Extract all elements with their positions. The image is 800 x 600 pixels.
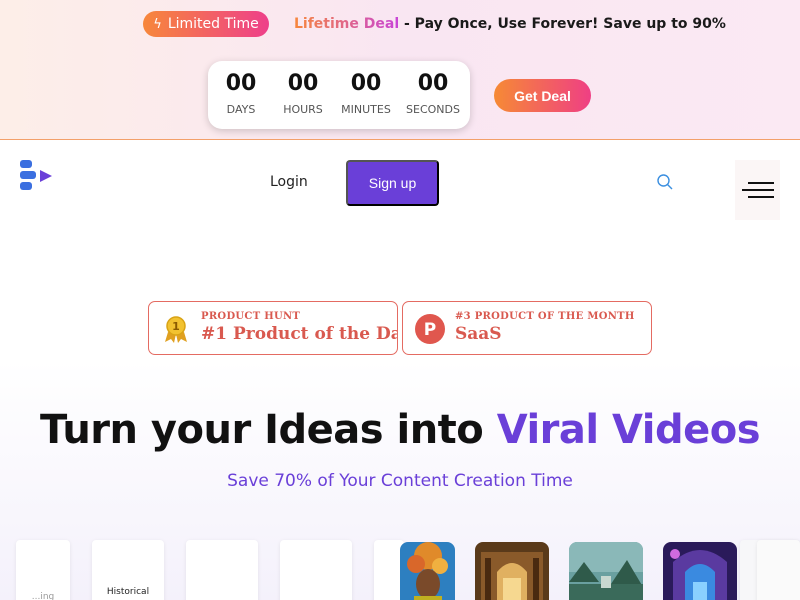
login-link[interactable]: Login — [270, 174, 308, 190]
badge-label: Limited Time — [167, 16, 259, 32]
promo-message: - Pay Once, Use Forever! Save up to 90% — [399, 16, 726, 32]
logo-icon[interactable] — [18, 159, 54, 193]
limited-time-badge: ϟ Limited Time — [143, 11, 269, 37]
hamburger-menu-icon[interactable] — [735, 160, 780, 220]
award-kicker: #3 PRODUCT OF THE MONTH — [455, 311, 635, 322]
gold-medal-icon: 1 — [161, 314, 191, 344]
lightning-icon: ϟ — [153, 16, 162, 32]
video-thumbnail-portrait[interactable] — [400, 542, 455, 600]
headline-accent: Viral Videos — [496, 407, 761, 453]
promo-highlight: Lifetime Deal — [294, 16, 400, 32]
template-card[interactable] — [186, 540, 258, 600]
promo-text: Lifetime Deal - Pay Once, Use Forever! S… — [294, 16, 726, 32]
award-title: #1 Product of the Day — [201, 324, 398, 344]
search-icon[interactable] — [656, 173, 674, 191]
svg-text:1: 1 — [172, 320, 180, 333]
template-card[interactable] — [280, 540, 352, 600]
countdown-timer: 00 DAYS 00 HOURS 00 MINUTES 00 SECONDS — [208, 61, 470, 129]
product-hunt-p-icon: P — [415, 314, 445, 344]
video-thumbnail-landscape[interactable] — [569, 542, 643, 600]
promo-banner: ϟ Limited Time Lifetime Deal - Pay Once,… — [0, 0, 800, 140]
countdown-seconds-label: SECONDS — [406, 103, 460, 116]
countdown-minutes-label: MINUTES — [341, 103, 391, 116]
award-badge-product-of-day[interactable]: 1 PRODUCT HUNT #1 Product of the Day — [148, 301, 398, 355]
countdown-hours-value: 00 — [287, 71, 319, 96]
headline-prefix: Turn your Ideas into — [39, 407, 497, 453]
hero-headline: Turn your Ideas into Viral Videos — [0, 407, 800, 453]
template-card[interactable]: Historical — [92, 540, 164, 600]
countdown-days-value: 00 — [225, 71, 257, 96]
hero-subtitle: Save 70% of Your Content Creation Time — [227, 471, 573, 491]
video-thumbnail-fantasy[interactable] — [663, 542, 737, 600]
award-kicker: PRODUCT HUNT — [201, 311, 301, 322]
countdown-hours-label: HOURS — [283, 103, 323, 116]
template-card[interactable]: ...ing — [16, 540, 70, 600]
award-badge-product-of-month[interactable]: P #3 PRODUCT OF THE MONTH SaaS — [402, 301, 652, 355]
template-card-caption: Historical — [106, 587, 150, 597]
award-title: SaaS — [455, 324, 502, 344]
template-card-caption: ...ing — [31, 592, 55, 600]
countdown-seconds-value: 00 — [417, 71, 449, 96]
countdown-minutes-value: 00 — [350, 71, 382, 96]
get-deal-button[interactable]: Get Deal — [494, 79, 591, 112]
svg-text:P: P — [424, 320, 436, 340]
countdown-days-label: DAYS — [226, 103, 256, 116]
template-card-partial[interactable] — [757, 540, 800, 600]
video-thumbnail-temple[interactable] — [475, 542, 549, 600]
signup-button[interactable]: Sign up — [346, 160, 439, 206]
